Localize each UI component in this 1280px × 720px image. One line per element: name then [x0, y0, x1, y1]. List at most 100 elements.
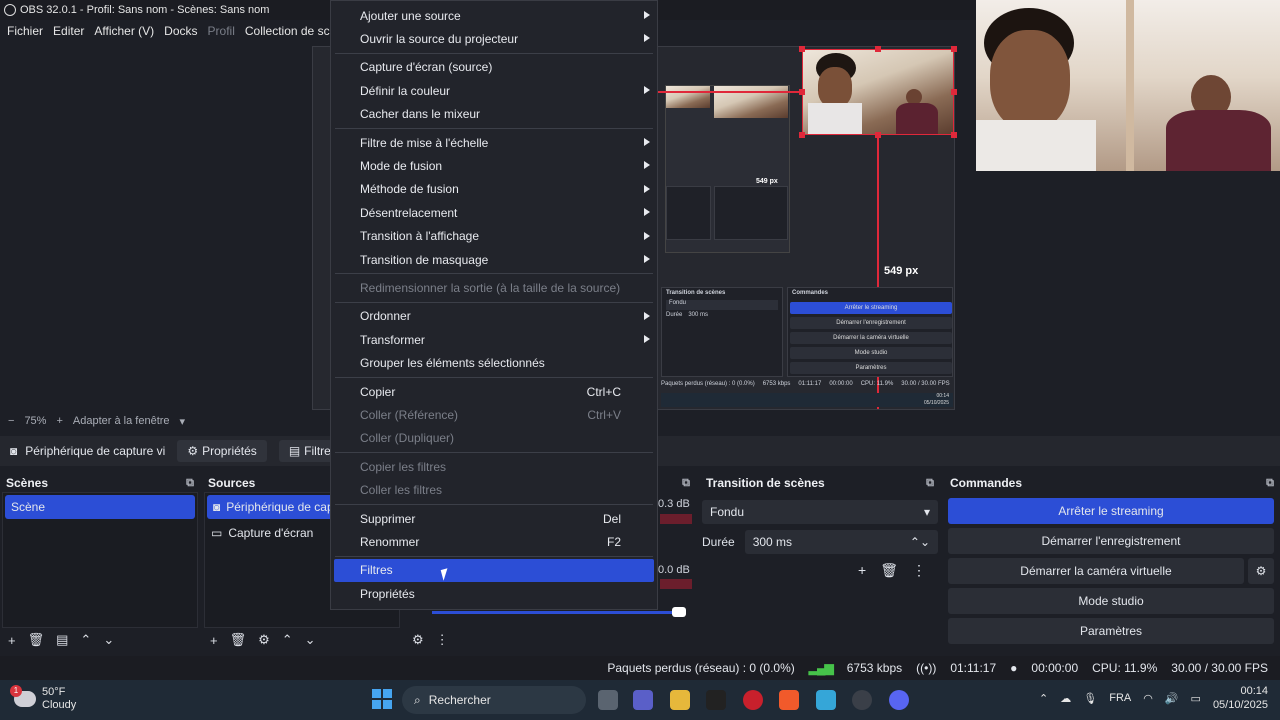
resize-handle[interactable]	[799, 132, 805, 138]
weather-temp: 50°F	[42, 686, 66, 698]
chevron-down-icon[interactable]: ⌄	[305, 632, 316, 648]
discord-icon[interactable]	[889, 690, 909, 710]
zoom-out-button[interactable]: −	[8, 415, 14, 427]
resize-handle[interactable]	[875, 46, 881, 52]
menu-item[interactable]: Propriétés	[331, 582, 657, 605]
start-virtual-camera-button[interactable]: Démarrer la caméra virtuelle	[948, 558, 1244, 584]
settings-button[interactable]: Paramètres	[948, 618, 1274, 644]
menu-item[interactable]: Redimensionner la sortie (à la taille de…	[331, 276, 657, 299]
menu-item[interactable]: Transformer	[331, 328, 657, 351]
menu-item[interactable]: Ordonner	[331, 305, 657, 328]
microphone-icon[interactable]: 🎙	[1083, 692, 1097, 705]
opera-icon[interactable]	[743, 690, 763, 710]
tradingview-icon[interactable]	[706, 690, 726, 710]
chevron-down-icon[interactable]: ▾	[180, 415, 186, 428]
menu-item[interactable]: Transition de masquage	[331, 248, 657, 271]
zoom-level: 75%	[24, 415, 47, 427]
menu-profil[interactable]: Profil	[203, 24, 240, 38]
menu-editer[interactable]: Editer	[48, 24, 89, 38]
menu-item[interactable]: Coller (Référence) Ctrl+V	[331, 403, 657, 426]
chevron-up-icon[interactable]: ⌃	[282, 632, 293, 648]
fit-window-label[interactable]: Adapter à la fenêtre	[73, 415, 170, 427]
file-explorer-icon[interactable]	[670, 690, 690, 710]
transition-value: Fondu	[710, 505, 745, 519]
zoom-in-button[interactable]: +	[56, 415, 62, 427]
duration-input[interactable]: 300 ms ⌃⌄	[744, 530, 938, 554]
add-icon[interactable]: +	[858, 562, 866, 579]
brave-icon[interactable]	[779, 690, 799, 710]
notepad-icon[interactable]	[816, 690, 836, 710]
menu-item[interactable]: Coller les filtres	[331, 478, 657, 501]
menu-item[interactable]: Supprimer Del	[331, 507, 657, 530]
wifi-icon[interactable]: ◠	[1143, 692, 1153, 705]
volume-slider-handle[interactable]	[672, 607, 686, 617]
menu-item[interactable]: Renommer F2	[331, 530, 657, 553]
volume-icon[interactable]: 🔊	[1165, 692, 1179, 705]
menu-item-label: Renommer	[360, 534, 420, 549]
clock[interactable]: 00:14 05/10/2025	[1213, 684, 1268, 712]
menu-item[interactable]: Capture d'écran (source)	[331, 56, 657, 79]
weather-widget[interactable]: 1 50°F Cloudy	[10, 685, 76, 712]
properties-button[interactable]: ⚙ Propriétés	[177, 440, 267, 462]
gear-icon[interactable]: ⚙	[412, 632, 424, 648]
vcam-settings-button[interactable]: ⚙	[1248, 558, 1274, 584]
start-recording-button[interactable]: Démarrer l'enregistrement	[948, 528, 1274, 554]
trash-icon[interactable]: 🗑	[28, 632, 45, 648]
menu-item[interactable]: Copier les filtres	[331, 455, 657, 478]
float-dock-icon[interactable]: ⧉	[682, 477, 690, 490]
menu-afficher[interactable]: Afficher (V)	[89, 24, 159, 38]
submenu-arrow-icon	[644, 11, 650, 19]
nested-px-label: 549 px	[756, 178, 778, 185]
add-icon[interactable]: +	[210, 633, 218, 648]
resize-handle[interactable]	[951, 132, 957, 138]
submenu-arrow-icon	[644, 254, 650, 263]
volume-slider[interactable]	[432, 611, 684, 614]
stop-streaming-button[interactable]: Arrêter le streaming	[948, 498, 1274, 524]
resize-handle[interactable]	[799, 46, 805, 52]
windows-start-icon[interactable]	[372, 689, 392, 709]
float-dock-icon[interactable]: ⧉	[926, 477, 934, 490]
float-dock-icon[interactable]: ⧉	[1266, 477, 1274, 490]
teams-icon[interactable]	[633, 690, 653, 710]
add-icon[interactable]: +	[8, 633, 16, 648]
chevron-up-icon[interactable]: ⌃	[1039, 692, 1048, 705]
menu-item[interactable]: Cacher dans le mixeur	[331, 103, 657, 126]
resize-handle[interactable]	[951, 89, 957, 95]
menu-item[interactable]: Méthode de fusion	[331, 178, 657, 201]
resize-handle[interactable]	[951, 46, 957, 52]
menu-fichier[interactable]: Fichier	[2, 24, 48, 38]
menu-item[interactable]: Filtres	[334, 558, 654, 582]
float-dock-icon[interactable]: ⧉	[186, 477, 194, 490]
studio-mode-button[interactable]: Mode studio	[948, 588, 1274, 614]
chevron-down-icon[interactable]: ⌄	[103, 632, 114, 648]
stepper-icon[interactable]: ⌃⌄	[910, 535, 930, 549]
language-indicator[interactable]: FRA	[1109, 692, 1131, 704]
menu-item[interactable]: Désentrelacement	[331, 201, 657, 224]
menu-item[interactable]: Filtre de mise à l'échelle	[331, 131, 657, 154]
task-view-icon[interactable]	[598, 690, 618, 710]
menu-item[interactable]: Coller (Dupliquer)	[331, 427, 657, 450]
menu-collection[interactable]: Collection de scè	[240, 24, 341, 38]
menu-item[interactable]: Mode de fusion	[331, 154, 657, 177]
menu-item[interactable]: Transition à l'affichage	[331, 225, 657, 248]
trash-icon[interactable]: 🗑	[880, 562, 898, 579]
chevron-up-icon[interactable]: ⌃	[80, 632, 91, 648]
gear-icon[interactable]: ⚙	[258, 632, 270, 648]
selection-box[interactable]	[802, 49, 954, 135]
onedrive-icon[interactable]: ☁	[1060, 692, 1071, 705]
more-icon[interactable]: ⋮	[912, 562, 926, 579]
battery-icon[interactable]: ▭	[1191, 692, 1201, 705]
taskbar-search[interactable]: ⌕ Rechercher	[402, 686, 586, 714]
menu-item[interactable]: Ouvrir la source du projecteur	[331, 27, 657, 50]
menu-item[interactable]: Ajouter une source	[331, 4, 657, 27]
menu-docks[interactable]: Docks	[159, 24, 202, 38]
menu-item[interactable]: Grouper les éléments sélectionnés	[331, 351, 657, 374]
trash-icon[interactable]: 🗑	[230, 632, 247, 648]
filter-icon[interactable]: ▤	[56, 632, 68, 648]
obs-icon[interactable]	[852, 690, 872, 710]
menu-item[interactable]: Copier Ctrl+C	[331, 380, 657, 403]
menu-item[interactable]: Définir la couleur	[331, 79, 657, 102]
more-icon[interactable]: ⋮	[436, 632, 449, 648]
transition-select[interactable]: Fondu ▾	[702, 500, 938, 524]
scene-item[interactable]: Scène	[5, 495, 195, 519]
